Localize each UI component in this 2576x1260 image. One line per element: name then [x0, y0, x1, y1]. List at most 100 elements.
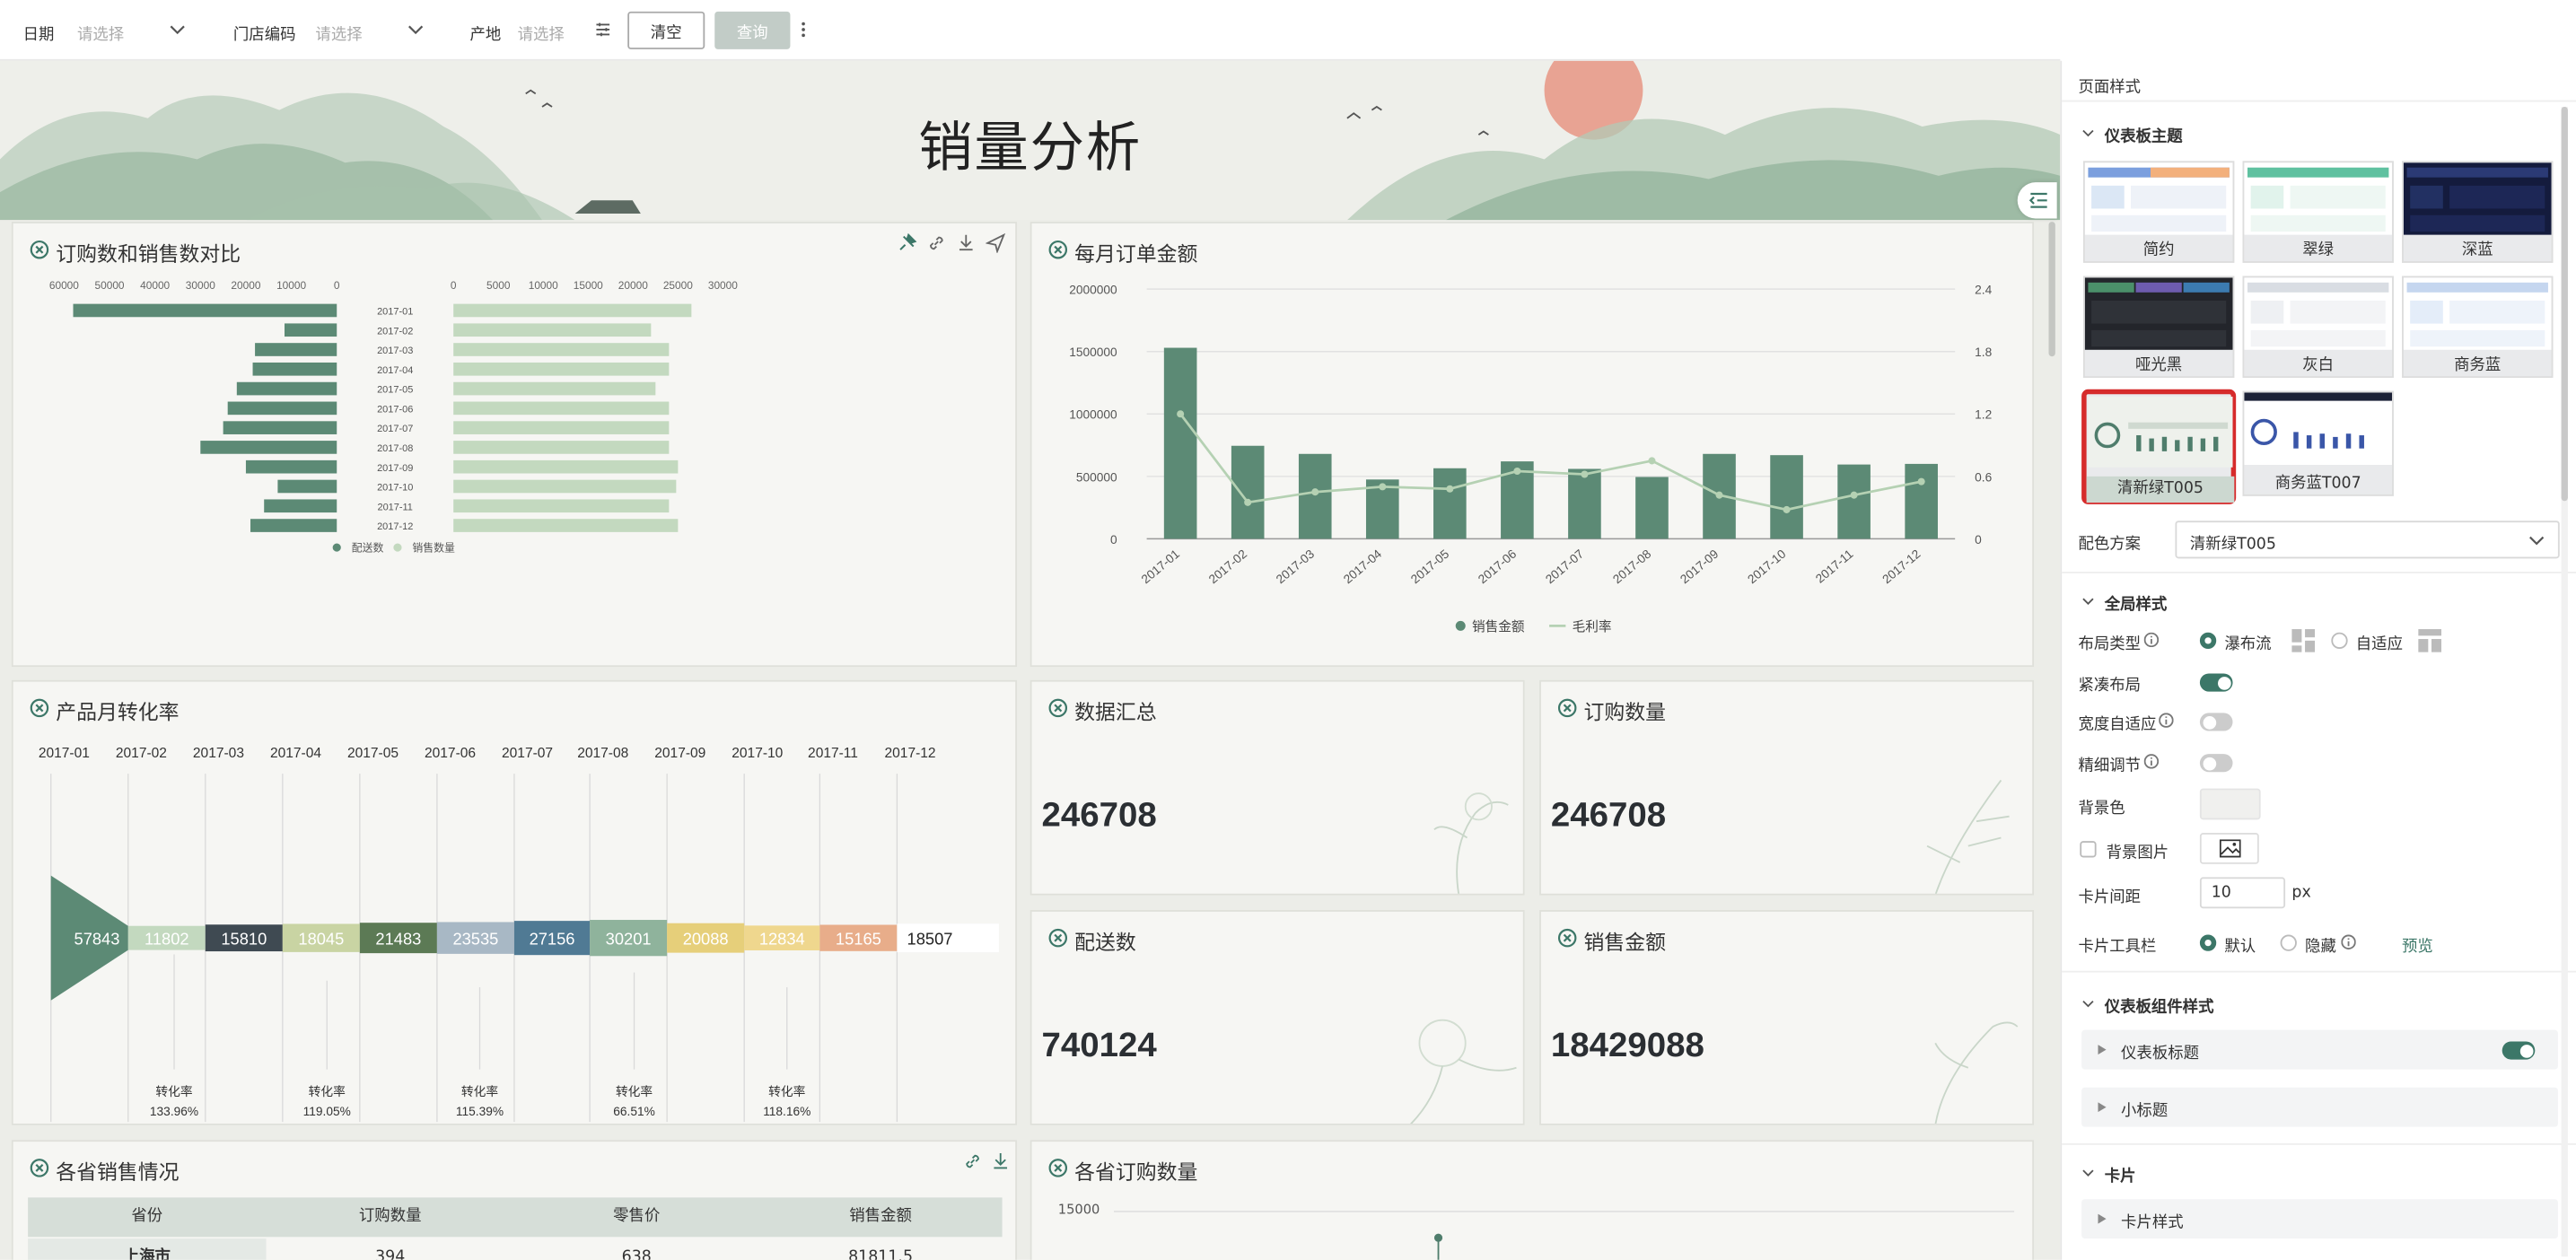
theme-option-simple[interactable]: 简约	[2082, 161, 2235, 263]
subtitle-row[interactable]: 小标题	[2081, 1087, 2558, 1127]
table-cell: 394	[375, 1248, 406, 1260]
query-button[interactable]: 查询	[714, 11, 791, 49]
dashboard-title-row[interactable]: 仪表板标题	[2081, 1029, 2558, 1070]
store-select[interactable]: 请选择	[305, 10, 436, 49]
bg-image-checkbox[interactable]	[2080, 841, 2097, 858]
card-toolbar	[889, 230, 1013, 256]
bg-color-label: 背景色	[2078, 800, 2125, 818]
theme-option-business-blue[interactable]: 商务蓝	[2402, 276, 2554, 378]
delivery-bar	[245, 459, 337, 474]
card-title: 配送数	[1074, 930, 1136, 955]
info-icon[interactable]	[2143, 754, 2160, 769]
chevron-down-icon[interactable]	[2081, 997, 2095, 1011]
card-gap-input[interactable]: 10	[2199, 877, 2286, 909]
theme-option-fresh-green-t005[interactable]: 清新绿T005	[2082, 390, 2235, 503]
margin-point	[1244, 498, 1252, 506]
chevron-down-icon[interactable]	[2081, 127, 2095, 140]
width-adapt-toggle[interactable]	[2199, 713, 2233, 731]
compact-layout-toggle[interactable]	[2199, 673, 2233, 692]
layout-adaptive-radio[interactable]	[2331, 632, 2348, 650]
theme-thumbnail-image	[2244, 162, 2393, 235]
kpi-value: 18429088	[1550, 1027, 1704, 1065]
bg-color-swatch[interactable]	[2199, 788, 2261, 820]
category-label: 2017-05	[347, 746, 399, 761]
margin-point	[1311, 488, 1319, 496]
download-icon[interactable]	[956, 233, 976, 253]
panel-scrollbar[interactable]	[2561, 106, 2568, 502]
delivery-bar	[236, 381, 337, 396]
value-label: 12834	[759, 929, 805, 948]
preview-link[interactable]: 预览	[2402, 933, 2433, 956]
card-title: 订购数和销售数对比	[56, 241, 241, 267]
amount-bar	[1433, 468, 1467, 539]
x-tick-label: 0	[451, 279, 457, 292]
adaptive-layout-icon	[2418, 629, 2441, 652]
theme-option-deep-blue[interactable]: 深蓝	[2402, 161, 2554, 263]
theme-option-business-blue-t007[interactable]: 商务蓝T007	[2242, 390, 2394, 496]
legend-label: 销售数量	[412, 542, 455, 555]
sales-bar	[453, 303, 692, 318]
card-gap-value: 10	[2211, 883, 2231, 902]
value-label: 57843	[74, 929, 120, 948]
theme-option-emerald[interactable]: 翠绿	[2242, 161, 2394, 263]
section-theme: 仪表板主题	[2104, 127, 2183, 146]
scrollbar[interactable]	[2048, 222, 2055, 357]
margin-point	[1783, 505, 1791, 513]
theme-option-gray-white[interactable]: 灰白	[2242, 276, 2394, 378]
category-label: 2017-04	[377, 365, 413, 376]
image-icon	[2219, 839, 2241, 858]
origin-select[interactable]: 请选择	[508, 10, 617, 49]
bg-image-upload[interactable]	[2199, 833, 2259, 864]
amount-bar	[1231, 445, 1265, 539]
divider	[2062, 1142, 2576, 1145]
table-row[interactable]: 上海市 394 638 81811.5	[28, 1238, 1002, 1260]
category-label: 2017-04	[270, 746, 321, 761]
margin-point	[1648, 457, 1656, 465]
send-icon[interactable]	[986, 232, 1006, 253]
chevron-down-icon[interactable]	[2081, 1167, 2095, 1180]
date-select[interactable]: 请选择	[66, 10, 197, 49]
fine-tune-toggle[interactable]	[2199, 754, 2233, 773]
delivery-bar	[73, 303, 337, 318]
delivery-bar	[250, 519, 337, 532]
line-segment	[1437, 1239, 1440, 1260]
dashboard-title-toggle[interactable]	[2502, 1041, 2536, 1060]
category-label: 2017-02	[116, 746, 167, 761]
value-label: 20088	[683, 929, 729, 948]
value-label: 18045	[298, 929, 344, 948]
scheme-select[interactable]: 清新绿T005	[2175, 521, 2560, 559]
delivery-bar	[284, 323, 337, 337]
card-toolbar	[954, 1148, 1013, 1174]
info-icon[interactable]	[2341, 934, 2356, 949]
collapse-panel-button[interactable]	[2017, 182, 2057, 219]
category-label: 2017-08	[377, 443, 413, 454]
pin-icon[interactable]	[897, 232, 917, 253]
chart-card-icon	[30, 240, 49, 259]
link-icon[interactable]	[926, 233, 946, 253]
chart-card-icon	[30, 698, 49, 718]
legend-marker	[393, 543, 402, 552]
toolbar-default-radio[interactable]	[2199, 934, 2217, 951]
section-card: 卡片	[2104, 1168, 2136, 1186]
margin-point	[1177, 410, 1185, 418]
card-style-row[interactable]: 卡片样式	[2081, 1199, 2558, 1239]
layout-waterfall-radio[interactable]	[2199, 632, 2217, 650]
more-icon[interactable]	[797, 20, 810, 39]
download-icon[interactable]	[991, 1151, 1011, 1171]
delivery-bar	[227, 401, 337, 416]
toolbar-hidden-radio[interactable]	[2280, 934, 2297, 951]
chevron-down-icon[interactable]	[2081, 595, 2095, 608]
link-icon[interactable]	[963, 1151, 983, 1171]
amount-bar	[1770, 455, 1803, 539]
x-tick-label: 20000	[618, 279, 648, 292]
theme-label: 哑光黑	[2135, 356, 2183, 375]
section-global-style: 全局样式	[2104, 596, 2168, 615]
info-icon[interactable]	[2143, 632, 2160, 648]
clear-button[interactable]: 清空	[627, 11, 705, 49]
chart-card-icon	[1048, 1159, 1068, 1177]
card-title: 产品月转化率	[56, 699, 180, 725]
info-icon[interactable]	[2159, 713, 2174, 728]
subtitle-item: 小标题	[2121, 1102, 2169, 1121]
theme-option-matte-black[interactable]: 哑光黑	[2082, 276, 2235, 378]
dashboard-title-item: 仪表板标题	[2121, 1045, 2200, 1063]
